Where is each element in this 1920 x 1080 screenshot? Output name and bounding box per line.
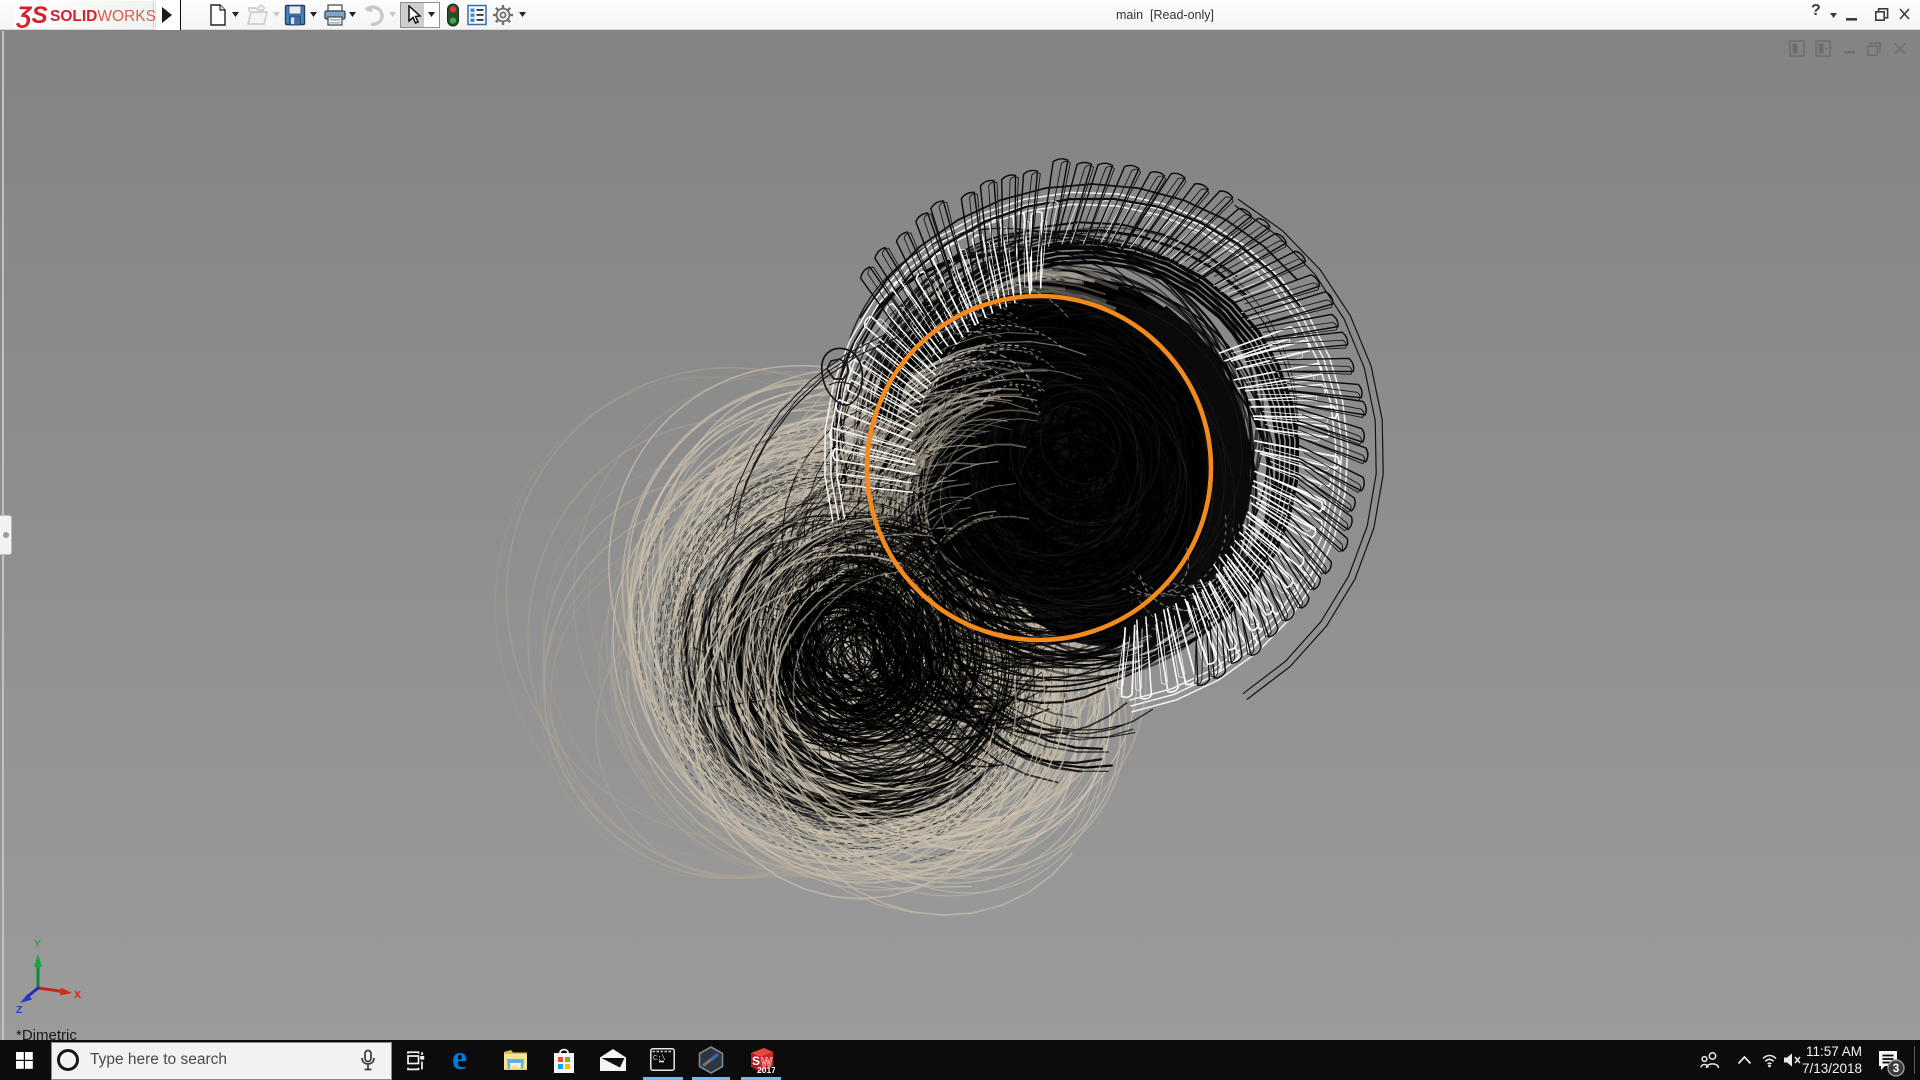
svg-text:2017: 2017 bbox=[757, 1065, 775, 1074]
svg-text:X: X bbox=[74, 989, 81, 1001]
svg-text:Z: Z bbox=[16, 1004, 23, 1016]
svg-text:3: 3 bbox=[1893, 1061, 1900, 1075]
svg-text:Y: Y bbox=[34, 938, 41, 950]
svg-text:ƷS: ƷS bbox=[16, 2, 48, 28]
svg-text:SOLIDWORKS: SOLIDWORKS bbox=[50, 8, 156, 25]
